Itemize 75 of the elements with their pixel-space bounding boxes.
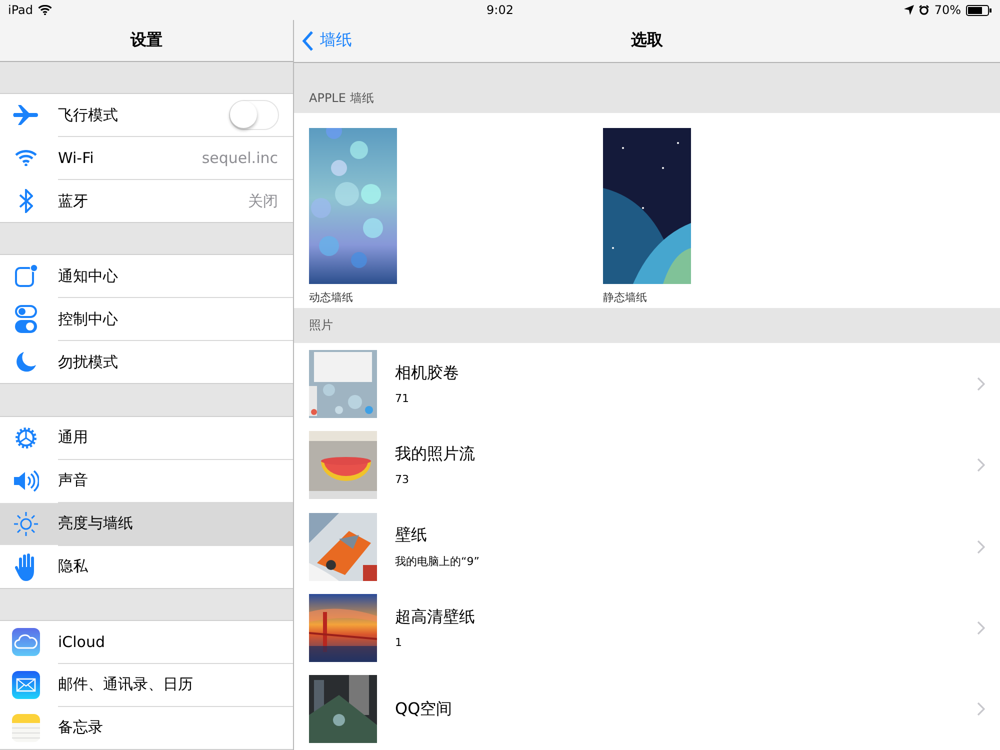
wallpaper-option[interactable]: 动态墙纸 [309, 128, 397, 308]
location-arrow-icon [904, 5, 914, 15]
settings-item[interactable]: 邮件、通讯录、日历 [0, 664, 293, 706]
chevron-icon [977, 620, 985, 635]
item-label: 声音 [58, 471, 89, 490]
album-name: 相机胶卷 [395, 362, 459, 384]
settings-item[interactable]: 控制中心 [0, 298, 293, 340]
album-row[interactable]: QQ空间 [294, 668, 1000, 750]
settings-item[interactable]: 通用 [0, 416, 293, 459]
selected-settings-item[interactable]: 亮度与墙纸 [0, 502, 293, 545]
setting-value: sequel.inc [202, 149, 278, 168]
wifi-icon [15, 150, 37, 166]
wallpaper-option[interactable]: 静态墙纸 [603, 128, 691, 308]
moon-icon [15, 351, 37, 374]
item-label: 备忘录 [58, 718, 104, 738]
alarm-clock-icon [919, 5, 930, 15]
toggle-switch[interactable] [229, 100, 279, 130]
album-name: 超高清壁纸 [395, 606, 475, 628]
album-detail: 1 [395, 636, 402, 649]
item-label: 隐私 [58, 557, 89, 576]
settings-item[interactable]: 飞行模式 [0, 94, 293, 136]
gear-icon [14, 426, 38, 450]
album-row[interactable]: 我的照片流 73 [294, 424, 1000, 506]
item-label: 邮件、通讯录、日历 [58, 675, 194, 694]
settings-item[interactable]: 通知中心 [0, 255, 293, 298]
back-chevron-icon [302, 30, 314, 51]
notification-icon [14, 264, 38, 288]
album-row[interactable]: 壁纸 我的电脑上的“9” [294, 506, 1000, 588]
cloud-app-icon [12, 628, 40, 656]
item-label: 蓝牙 [58, 192, 89, 211]
item-label: 飞行模式 [58, 106, 119, 125]
bluetooth-icon [19, 189, 33, 214]
settings-item[interactable]: 蓝牙 关闭 [0, 180, 293, 222]
settings-item[interactable]: 声音 [0, 460, 293, 502]
album-row[interactable]: 相机胶卷 71 [294, 343, 1000, 425]
airplane-icon [13, 104, 39, 126]
section-header: APPLE 墙纸 [294, 62, 1000, 114]
item-label: 勿扰模式 [58, 352, 119, 372]
setting-value: 关闭 [248, 192, 278, 211]
sidebar-title: 设置 [130, 30, 162, 51]
item-label: 通用 [58, 428, 89, 448]
settings-item[interactable]: 备忘录 [0, 706, 293, 749]
chevron-icon [977, 458, 985, 472]
battery-icon [966, 4, 992, 16]
section-header: 照片 [294, 308, 1000, 344]
chevron-icon [977, 540, 985, 554]
settings-item[interactable]: 勿扰模式 [0, 341, 293, 384]
settings-item[interactable]: Wi-Fi sequel.inc [0, 137, 293, 180]
switches-icon [15, 305, 37, 334]
device-name: iPad [8, 3, 34, 17]
settings-item[interactable]: 隐私 [0, 546, 293, 588]
chevron-icon [977, 702, 985, 716]
album-name: 壁纸 [395, 524, 427, 546]
item-label: 通知中心 [58, 266, 119, 286]
album-name: 我的照片流 [395, 444, 475, 466]
battery-percent: 70% [934, 3, 961, 17]
item-label: Wi-Fi [58, 149, 95, 168]
speaker-icon [13, 470, 39, 492]
item-label: iCloud [58, 632, 106, 651]
clock-time: 9:02 [486, 3, 514, 17]
album-detail: 71 [395, 392, 409, 405]
album-row[interactable]: 超高清壁纸 1 [294, 587, 1000, 669]
item-label: 控制中心 [58, 310, 119, 329]
chevron-icon [977, 376, 985, 391]
settings-item[interactable]: iCloud [0, 620, 293, 663]
album-detail: 73 [395, 473, 409, 486]
sun-icon [13, 510, 39, 537]
album-detail: 我的电脑上的“9” [395, 554, 480, 569]
hand-icon [15, 552, 37, 581]
notes-app-icon [12, 714, 40, 742]
wifi-icon [38, 5, 52, 15]
album-name: QQ空间 [395, 698, 452, 720]
item-label: 亮度与墙纸 [58, 514, 134, 534]
mail-app-icon [12, 670, 40, 699]
page-title: 选取 [631, 30, 663, 52]
